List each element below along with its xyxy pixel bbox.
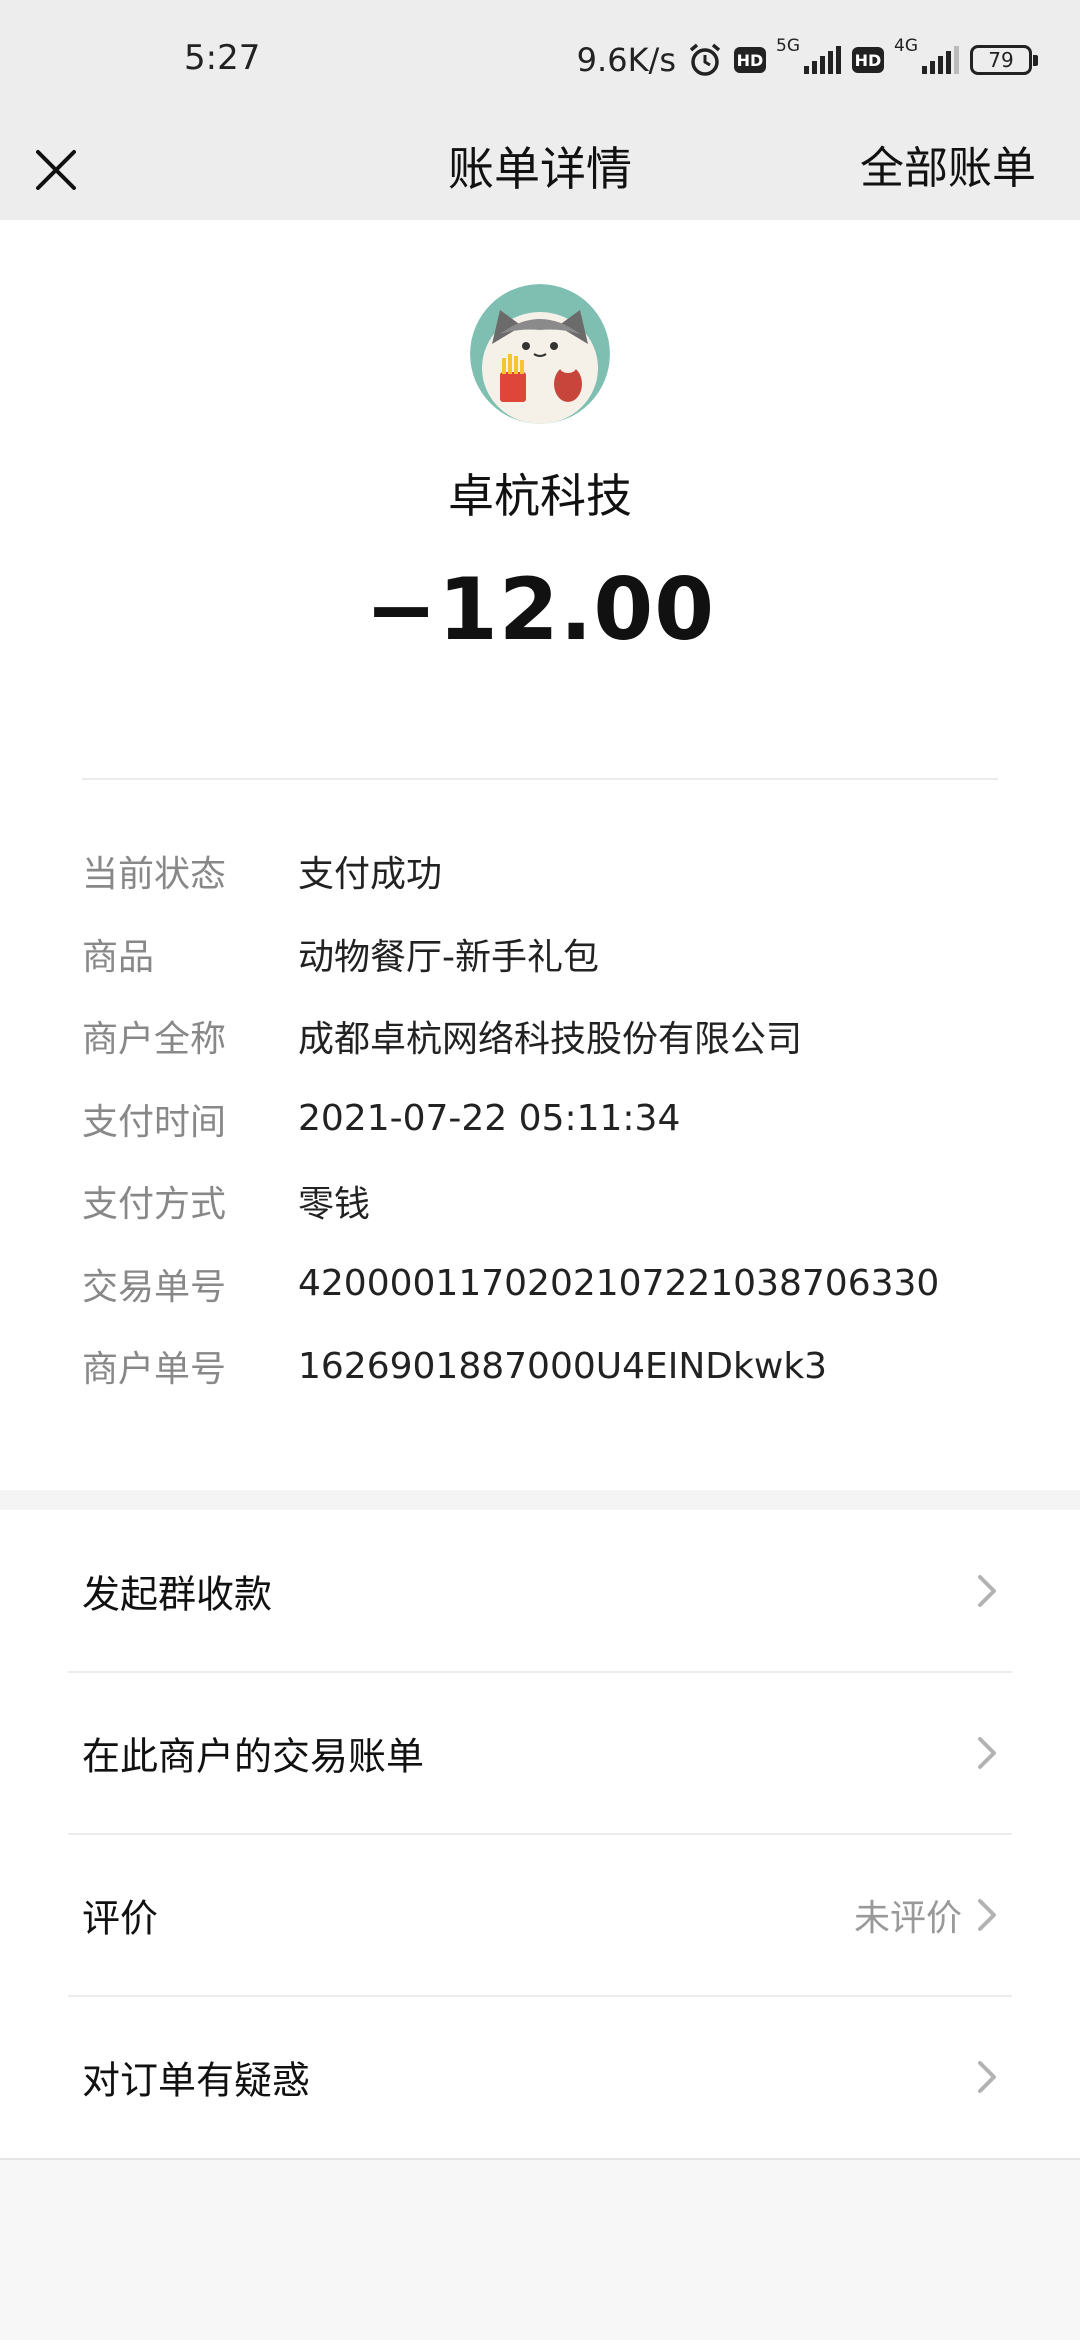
signal-bars-icon-2 — [922, 46, 959, 74]
merchant-name: 卓杭科技 — [448, 469, 632, 523]
bill-amount: −12.00 — [364, 560, 716, 660]
action-list: 发起群收款 在此商户的交易账单 评价 未评价 对订单有疑惑 — [0, 1510, 1080, 2158]
hd-badge-2: HD — [852, 47, 884, 73]
detail-row-merchant-order-id: 商户单号 1626901887000U4EINDkwk3 — [82, 1325, 1042, 1408]
detail-value: 支付成功 — [298, 854, 443, 896]
detail-row-product: 商品 动物餐厅-新手礼包 — [82, 913, 1042, 996]
merchant-bills-button[interactable]: 在此商户的交易账单 — [0, 1672, 1080, 1834]
detail-value[interactable]: 4200001170202107221038706330 — [298, 1263, 939, 1304]
detail-value: 动物餐厅-新手礼包 — [298, 936, 599, 978]
detail-row-status: 当前状态 支付成功 — [82, 830, 1042, 913]
status-icons: 9.6K/s HD 5G HD 4G 79 — [576, 36, 1038, 84]
detail-row-transaction-id: 交易单号 4200001170202107221038706330 — [82, 1243, 1042, 1326]
action-label: 发起群收款 — [82, 1572, 273, 1617]
hd-badge: HD — [734, 47, 766, 73]
action-label: 对订单有疑惑 — [82, 2058, 311, 2103]
all-bills-link[interactable]: 全部账单 — [860, 134, 1036, 204]
battery-icon: 79 — [970, 45, 1038, 75]
chevron-right-icon — [978, 1899, 996, 1931]
detail-row-pay-method: 支付方式 零钱 — [82, 1160, 1042, 1243]
detail-label: 交易单号 — [82, 1266, 227, 1308]
detail-value: 2021-07-22 05:11:34 — [298, 1098, 681, 1140]
signal-bars-icon — [804, 46, 841, 74]
order-question-button[interactable]: 对订单有疑惑 — [0, 1996, 1080, 2158]
status-bar: 5:27 9.6K/s HD 5G HD 4G 79 — [0, 0, 1080, 120]
detail-row-merchant-fullname: 商户全称 成都卓杭网络科技股份有限公司 — [82, 995, 1042, 1078]
detail-label: 商户全称 — [82, 1019, 227, 1061]
network-speed: 9.6K/s — [576, 41, 676, 79]
bill-details: 当前状态 支付成功 商品 动物餐厅-新手礼包 商户全称 成都卓杭网络科技股份有限… — [82, 830, 1042, 1408]
detail-label: 商户单号 — [82, 1349, 227, 1391]
network-type-5g: 5G — [776, 36, 800, 56]
detail-value: 零钱 — [298, 1184, 371, 1226]
review-status: 未评价 — [853, 1898, 962, 1939]
chevron-right-icon — [978, 2061, 996, 2093]
detail-label: 商品 — [82, 936, 155, 978]
action-label: 在此商户的交易账单 — [82, 1734, 425, 1779]
alarm-icon — [689, 43, 721, 76]
divider — [0, 2158, 1080, 2160]
detail-label: 当前状态 — [82, 854, 227, 896]
merchant-avatar — [470, 284, 610, 424]
detail-value: 成都卓杭网络科技股份有限公司 — [298, 1019, 803, 1061]
status-time: 5:27 — [184, 38, 261, 78]
detail-label: 支付方式 — [82, 1184, 227, 1226]
network-type-4g: 4G — [894, 36, 918, 56]
action-label: 评价 — [82, 1896, 159, 1941]
chevron-right-icon — [978, 1575, 996, 1607]
detail-row-pay-time: 支付时间 2021-07-22 05:11:34 — [82, 1078, 1042, 1161]
group-collect-button[interactable]: 发起群收款 — [0, 1510, 1080, 1672]
nav-bar: 账单详情 全部账单 — [0, 120, 1080, 220]
detail-value[interactable]: 1626901887000U4EINDkwk3 — [298, 1346, 827, 1387]
chevron-right-icon — [978, 1737, 996, 1769]
detail-label: 支付时间 — [82, 1101, 227, 1143]
review-button[interactable]: 评价 未评价 — [0, 1834, 1080, 1996]
section-gap — [0, 1490, 1080, 1510]
divider — [82, 778, 998, 780]
